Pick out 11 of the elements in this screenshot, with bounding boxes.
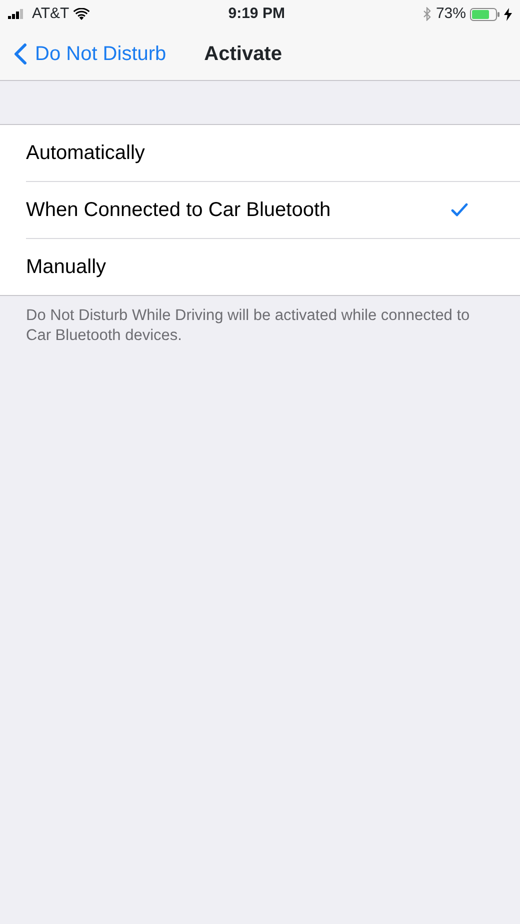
back-button[interactable]: Do Not Disturb [14, 39, 166, 69]
carrier-name: AT&T [32, 4, 70, 24]
bluetooth-icon [422, 7, 432, 21]
back-chevron-icon [14, 43, 27, 65]
clock-time: 9:19 PM [228, 4, 285, 24]
footer-note: Do Not Disturb While Driving will be activated while connected to Car Bluetooth devices. [25, 306, 471, 346]
battery-percent: 73% [436, 4, 466, 24]
charging-icon [504, 8, 512, 20]
wifi-icon [73, 8, 90, 20]
page-title: Activate [204, 42, 282, 67]
battery-icon [470, 8, 500, 20]
